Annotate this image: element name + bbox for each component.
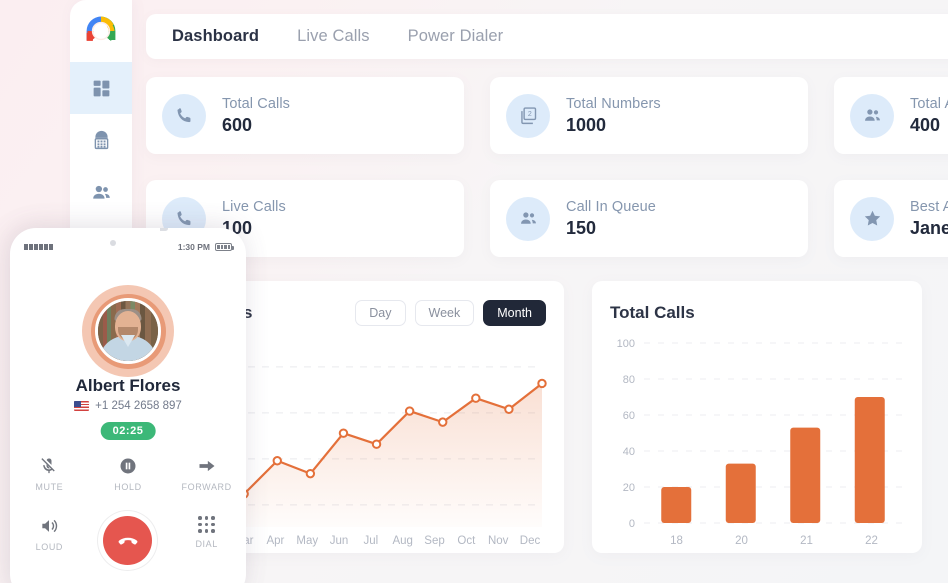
- numbers-icon: 2: [506, 93, 550, 138]
- x-tick-label: Jun: [329, 535, 349, 547]
- forward-label: FORWARD: [181, 482, 232, 492]
- x-tick-label: Oct: [457, 535, 476, 547]
- us-flag-icon: [74, 401, 90, 411]
- stat-card-total-agents[interactable]: Total Agents 400: [834, 77, 948, 154]
- charts-row: Total Sales Day Week Month JanFebMarAprM…: [146, 281, 948, 553]
- grid-icon: [93, 80, 109, 96]
- svg-text:60: 60: [623, 410, 635, 422]
- x-tick-label: Jul: [363, 535, 379, 547]
- call-timer-badge: 02:25: [100, 422, 156, 440]
- hold-button[interactable]: HOLD: [89, 456, 168, 492]
- end-call-button[interactable]: [103, 516, 153, 565]
- dialpad-icon: [198, 516, 215, 533]
- x-tick-label: 22: [865, 535, 878, 547]
- sidebar-item-dialer[interactable]: [70, 114, 132, 166]
- battery-icon: [215, 243, 234, 251]
- x-tick-label: May: [296, 535, 319, 547]
- active-call-phone-widget: 1:30 PM Albert Flores +1 254 2658 897 02…: [10, 228, 246, 583]
- x-tick-label: Aug: [392, 535, 413, 547]
- arrow-right-icon: [199, 460, 215, 472]
- stat-value: 600: [222, 114, 253, 135]
- range-month-button[interactable]: Month: [483, 299, 546, 327]
- hold-label: HOLD: [114, 482, 142, 492]
- tab-dashboard[interactable]: Dashboard: [172, 27, 259, 46]
- x-tick-label: Sep: [424, 535, 445, 547]
- stat-card-call-in-queue[interactable]: Call In Queue 150: [490, 180, 808, 257]
- stat-label: Total Agents: [910, 95, 948, 112]
- tab-live-calls[interactable]: Live Calls: [297, 27, 370, 46]
- mute-label: MUTE: [35, 482, 64, 492]
- people-icon: [92, 185, 110, 199]
- svg-text:40: 40: [623, 446, 635, 458]
- status-right: 1:30 PM: [177, 242, 234, 252]
- svg-text:2: 2: [527, 111, 531, 118]
- x-tick-label: 21: [800, 535, 813, 547]
- people-icon: [506, 196, 550, 241]
- signal-icon: [24, 244, 53, 250]
- hangup-icon: [118, 537, 138, 545]
- status-time: 1:30 PM: [177, 242, 210, 252]
- caller-name: Albert Flores: [75, 376, 181, 395]
- svg-text:20: 20: [623, 482, 635, 494]
- x-tick-label: 20: [735, 535, 748, 547]
- bar-chart-area: 0 20 40 60 80 100 18 20 21 22: [610, 337, 904, 547]
- keypad-icon: [94, 130, 108, 149]
- end-call-wrap: [89, 516, 168, 565]
- main-content: Dashboard Live Calls Power Dialer Total …: [132, 0, 948, 583]
- range-day-button[interactable]: Day: [355, 299, 406, 327]
- stat-card-total-calls[interactable]: Total Calls 600: [146, 77, 464, 154]
- x-tick-label: Apr: [266, 535, 285, 547]
- forward-button[interactable]: FORWARD: [167, 456, 246, 492]
- svg-text:0: 0: [629, 518, 635, 530]
- x-tick-label: Dec: [519, 535, 541, 547]
- stat-value: 1000: [566, 114, 607, 135]
- caller-avatar-ring-inner: [90, 293, 166, 369]
- top-navigation: Dashboard Live Calls Power Dialer: [146, 14, 948, 59]
- stat-value: 400: [910, 114, 941, 135]
- phone-icon: [162, 93, 206, 138]
- dial-label: DIAL: [195, 538, 218, 549]
- total-calls-bar-chart-panel: Total Calls 0 20 40 60 80 100 18 20 21 22: [592, 281, 922, 553]
- mic-off-icon: [41, 458, 56, 474]
- tab-power-dialer[interactable]: Power Dialer: [408, 27, 504, 46]
- mute-button[interactable]: MUTE: [10, 456, 89, 492]
- stat-label: Live Calls: [222, 198, 286, 215]
- sidebar-item-contacts[interactable]: [70, 166, 132, 218]
- bar-panel-header: Total Calls: [610, 297, 904, 329]
- range-week-button[interactable]: Week: [414, 299, 475, 327]
- dial-button[interactable]: DIAL: [167, 516, 246, 565]
- bar-chart-svg: 0 20 40 60 80 100: [617, 338, 902, 530]
- speaker-icon: [42, 519, 58, 533]
- people-icon: [850, 93, 894, 138]
- range-selector: Day Week Month: [355, 299, 546, 327]
- avatar: [95, 298, 161, 364]
- stat-label: Call In Queue: [566, 198, 656, 215]
- stat-label: Total Numbers: [566, 95, 661, 112]
- stat-card-total-numbers[interactable]: 2 Total Numbers 1000: [490, 77, 808, 154]
- x-tick-label: Nov: [487, 535, 509, 547]
- stat-label: Best Agent: [910, 198, 948, 215]
- call-controls: MUTE HOLD FORWARD LOUD DIAL: [10, 456, 246, 565]
- svg-text:80: 80: [623, 374, 635, 386]
- phone-status-bar: 1:30 PM: [10, 242, 246, 252]
- stat-value: 150: [566, 217, 597, 238]
- stat-cards-grid: Total Calls 600 2 Total Numbers 1000 Tot…: [146, 77, 948, 257]
- bar-chart-x-axis: 18 20 21 22: [644, 535, 904, 547]
- pause-icon: [120, 458, 136, 474]
- loud-button[interactable]: LOUD: [10, 516, 89, 565]
- svg-text:100: 100: [617, 338, 635, 350]
- stat-label: Total Calls: [222, 95, 290, 112]
- sidebar-item-dashboard[interactable]: [70, 62, 132, 114]
- multicolor-arc-logo: [86, 16, 116, 41]
- loud-label: LOUD: [35, 542, 64, 552]
- caller-number: +1 254 2658 897: [95, 400, 182, 412]
- stat-value: Jane Cooper: [910, 217, 948, 238]
- bar-chart-title: Total Calls: [610, 303, 695, 322]
- app-logo[interactable]: [70, 0, 132, 62]
- caller-phone-row: +1 254 2658 897: [10, 400, 246, 412]
- stat-card-best-agent[interactable]: Best Agent Jane Cooper: [834, 180, 948, 257]
- x-tick-label: 18: [670, 535, 683, 547]
- star-icon: [850, 196, 894, 241]
- caller-avatar-ring: [82, 285, 174, 377]
